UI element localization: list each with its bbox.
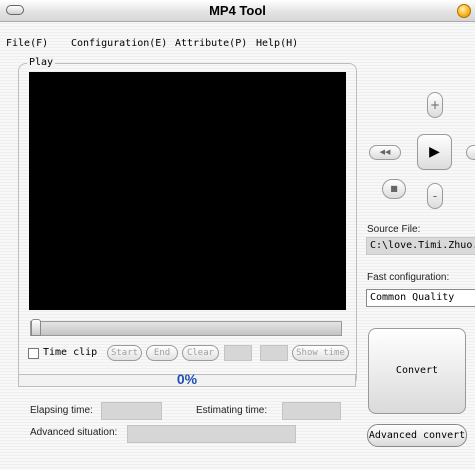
time-clip-checkbox[interactable] (28, 348, 39, 359)
elapsing-time-label: Elapsing time: (30, 405, 93, 416)
video-preview (29, 72, 346, 310)
volume-down-button[interactable]: - (427, 183, 443, 209)
menu-configuration[interactable]: Configuration(E) (71, 38, 167, 49)
window-title: MP4 Tool (209, 3, 266, 18)
source-file-field[interactable]: C:\love.Timi.Zhuo. (366, 237, 475, 255)
fast-configuration-label: Fast configuration: (367, 272, 450, 283)
rewind-icon: ◀◀ (379, 148, 391, 156)
elapsing-time-field (101, 402, 162, 420)
close-button[interactable] (457, 4, 471, 18)
menu-attribute[interactable]: Attribute(P) (175, 38, 247, 49)
estimating-time-field (282, 402, 341, 420)
show-time-button[interactable]: Show time (292, 345, 349, 361)
estimating-time-label: Estimating time: (196, 405, 268, 416)
end-button[interactable]: End (146, 345, 178, 361)
stop-icon: ■ (390, 184, 398, 193)
play-button[interactable]: ▶ (417, 134, 452, 170)
convert-button[interactable]: Convert (368, 328, 466, 414)
advanced-situation-field (127, 425, 296, 443)
clip-start-time-field[interactable] (224, 345, 252, 361)
start-button[interactable]: Start (107, 345, 142, 361)
stop-button[interactable]: ■ (382, 179, 406, 199)
fast-forward-button[interactable] (466, 145, 475, 160)
volume-up-button[interactable]: + (427, 92, 443, 118)
fast-configuration-select[interactable]: Common Quality (366, 289, 475, 307)
play-icon: ▶ (429, 144, 440, 160)
source-file-label: Source File: (367, 224, 421, 235)
advanced-convert-button[interactable]: Advanced convert (367, 424, 467, 447)
seek-slider-track[interactable] (30, 321, 342, 336)
play-group-label: Play (27, 57, 56, 68)
time-clip-label: Time clip (43, 347, 98, 358)
rewind-button[interactable]: ◀◀ (369, 145, 401, 160)
progress-percent: 0% (176, 371, 198, 387)
minus-icon: - (432, 189, 438, 203)
advanced-situation-label: Advanced situation: (30, 427, 118, 438)
menu-help[interactable]: Help(H) (256, 38, 298, 49)
menu-file[interactable]: File(F) (6, 38, 48, 49)
clear-button[interactable]: Clear (182, 345, 219, 361)
plus-icon: + (429, 98, 441, 112)
clip-end-time-field[interactable] (260, 345, 288, 361)
seek-slider-thumb[interactable] (31, 319, 41, 336)
